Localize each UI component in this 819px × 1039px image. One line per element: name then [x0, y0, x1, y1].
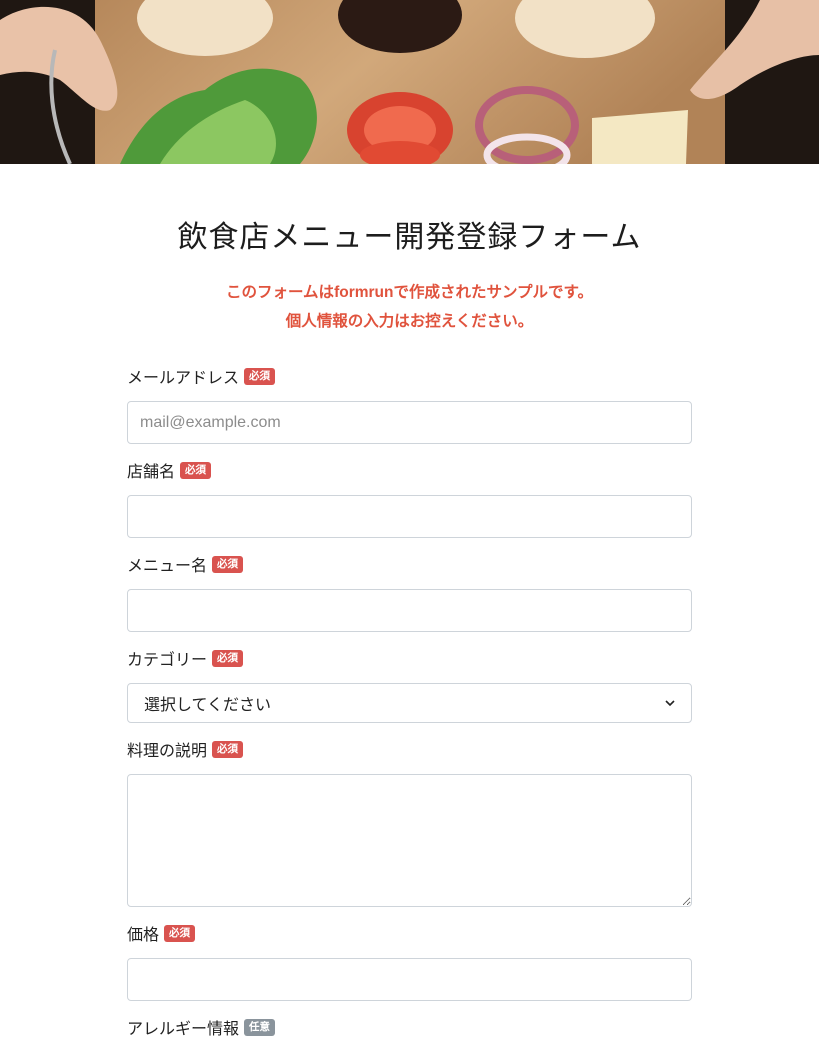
description-label-row: 料理の説明 必須 [127, 738, 692, 760]
menu-name-input[interactable] [127, 589, 692, 632]
category-select[interactable]: 選択してください [127, 683, 692, 723]
optional-badge: 任意 [244, 1018, 276, 1036]
email-field-group: メールアドレス 必須 [127, 365, 692, 444]
category-selected-value: 選択してください [144, 695, 272, 714]
price-input[interactable] [127, 958, 692, 1001]
required-badge: 必須 [212, 740, 244, 758]
description-textarea[interactable] [127, 774, 692, 907]
price-label: 価格 [127, 925, 160, 944]
notice-line-2: 個人情報の入力はお控えください。 [285, 312, 534, 330]
notice-line-1: このフォームはformrunで作成されたサンプルです。 [127, 278, 692, 307]
email-label: メールアドレス [127, 368, 240, 387]
notice-line-1-post: で作成されたサンプルです。 [393, 283, 593, 301]
notice-line-1-pre: このフォームは [226, 283, 335, 301]
description-label: 料理の説明 [127, 741, 208, 760]
menu-name-label: メニュー名 [127, 556, 208, 575]
chevron-down-icon [665, 696, 675, 710]
category-label-row: カテゴリー 必須 [127, 647, 692, 669]
allergy-label-row: アレルギー情報 任意 [127, 1016, 692, 1038]
sample-notice: このフォームはformrunで作成されたサンプルです。 個人情報の入力はお控えく… [127, 278, 692, 335]
shop-name-label-row: 店舗名 必須 [127, 459, 692, 481]
form-container: 飲食店メニュー開発登録フォーム このフォームはformrunで作成されたサンプル… [127, 164, 692, 1038]
required-badge: 必須 [212, 649, 244, 667]
shop-name-field-group: 店舗名 必須 [127, 459, 692, 538]
menu-name-label-row: メニュー名 必須 [127, 553, 692, 575]
required-badge: 必須 [244, 367, 276, 385]
shop-name-label: 店舗名 [127, 462, 176, 481]
category-label: カテゴリー [127, 650, 208, 669]
price-field-group: 価格 必須 [127, 922, 692, 1001]
menu-name-field-group: メニュー名 必須 [127, 553, 692, 632]
description-field-group: 料理の説明 必須 [127, 738, 692, 907]
hero-image [0, 0, 819, 164]
formrun-brand: formrun [334, 284, 394, 301]
email-label-row: メールアドレス 必須 [127, 365, 692, 387]
price-label-row: 価格 必須 [127, 922, 692, 944]
shop-name-input[interactable] [127, 495, 692, 538]
allergy-field-group: アレルギー情報 任意 [127, 1016, 692, 1038]
allergy-label: アレルギー情報 [127, 1019, 240, 1038]
email-input[interactable] [127, 401, 692, 444]
form-title: 飲食店メニュー開発登録フォーム [177, 220, 642, 255]
required-badge: 必須 [212, 555, 244, 573]
category-field-group: カテゴリー 必須 選択してください [127, 647, 692, 723]
required-badge: 必須 [180, 461, 212, 479]
required-badge: 必須 [164, 924, 196, 942]
